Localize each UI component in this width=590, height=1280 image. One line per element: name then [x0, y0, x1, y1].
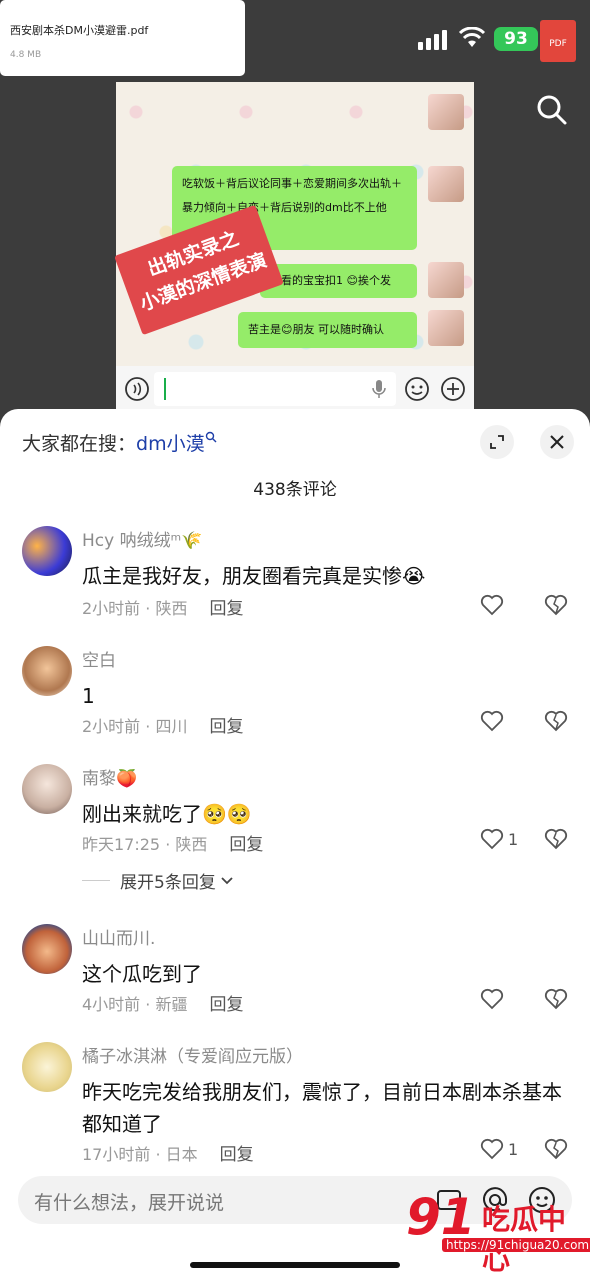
- comment-meta: 2小时前 · 陕西 回复: [82, 594, 243, 619]
- close-button[interactable]: [540, 425, 574, 459]
- reply-button[interactable]: 回复: [220, 1145, 254, 1165]
- like-button[interactable]: [480, 710, 508, 732]
- comment-author[interactable]: 南黎🍑: [82, 764, 137, 789]
- comment-time: 2小时前 · 四川: [82, 717, 188, 736]
- site-watermark: 91 吃瓜中心 https://91chigua20.com: [406, 1188, 590, 1276]
- like-button[interactable]: 1: [480, 828, 518, 850]
- avatar[interactable]: [22, 1042, 72, 1092]
- comment-text: 昨天吃完发给我朋友们，震惊了，目前日本剧本杀基本都知道了: [82, 1080, 562, 1136]
- comment-author[interactable]: Hcy 呐绒绒ᵐ🌾: [82, 526, 202, 551]
- chat-message: 苦主是😊朋友 可以随时确认: [238, 312, 417, 348]
- reply-button[interactable]: 回复: [229, 835, 263, 855]
- heart-icon: [480, 1138, 504, 1160]
- comment-text: 瓜主是我好友，朋友圈看完真是实惨😭: [82, 564, 426, 588]
- dislike-icon[interactable]: [544, 594, 568, 616]
- chat-avatar: [428, 310, 464, 346]
- dislike-icon[interactable]: [544, 988, 568, 1010]
- fullscreen-button[interactable]: [480, 425, 514, 459]
- plus-icon: [441, 377, 465, 401]
- heart-icon: [480, 710, 504, 732]
- dislike-icon[interactable]: [544, 1138, 568, 1160]
- emoji-icon: [405, 377, 429, 401]
- chat-avatar: [428, 166, 464, 202]
- dislike-icon[interactable]: [544, 710, 568, 732]
- comment-input-placeholder: 有什么想法，展开说说: [34, 1192, 225, 1214]
- heart-icon: [480, 828, 504, 850]
- comment-time: 17小时前 · 日本: [82, 1145, 198, 1164]
- heart-icon: [480, 988, 504, 1010]
- comment-time: 2小时前 · 陕西: [82, 599, 188, 618]
- reply-button[interactable]: 回复: [209, 717, 243, 737]
- hot-search-link[interactable]: 大家都在搜：dm小漠: [22, 429, 217, 456]
- expand-replies-button[interactable]: 展开5条回复: [82, 868, 234, 893]
- comment-text: 这个瓜吃到了: [82, 962, 202, 986]
- comment-meta: 2小时前 · 四川 回复: [82, 712, 243, 737]
- comment-meta: 4小时前 · 新疆 回复: [82, 990, 243, 1015]
- search-icon[interactable]: [536, 94, 568, 126]
- chat-avatar: [428, 94, 464, 130]
- expand-icon: [490, 435, 504, 449]
- reply-button[interactable]: 回复: [209, 599, 243, 619]
- hot-search-term[interactable]: dm小漠: [136, 433, 205, 455]
- like-button[interactable]: [480, 988, 508, 1010]
- like-button[interactable]: [480, 594, 508, 616]
- comment-author[interactable]: 山山而川.: [82, 924, 155, 949]
- like-count: 1: [508, 829, 519, 849]
- close-icon: [550, 435, 564, 449]
- avatar[interactable]: [22, 646, 72, 696]
- comment-text: 1: [82, 684, 95, 708]
- file-name: 西安剧本杀DM小漠避雷.pdf: [10, 24, 149, 37]
- like-button[interactable]: 1: [480, 1138, 518, 1160]
- comment-text: 刚出来就吃了🥺🥺: [82, 802, 252, 826]
- like-count: 1: [508, 1139, 519, 1159]
- reply-button[interactable]: 回复: [209, 995, 243, 1015]
- signal-icon: [418, 30, 447, 50]
- comment-count: 438条评论: [253, 480, 337, 500]
- heart-icon: [480, 594, 504, 616]
- comment-author[interactable]: 橘子冰淇淋（专爱阎应元版）: [82, 1042, 303, 1067]
- wifi-icon: [458, 27, 486, 47]
- watermark-url: https://91chigua20.com: [442, 1238, 590, 1252]
- comment-author[interactable]: 空白: [82, 646, 116, 671]
- battery-indicator: 93: [494, 27, 538, 51]
- comment-time: 4小时前 · 新疆: [82, 995, 188, 1014]
- avatar[interactable]: [22, 526, 72, 576]
- chevron-down-icon: [221, 876, 233, 884]
- voice-icon: [125, 377, 149, 401]
- comment-meta: 17小时前 · 日本 回复: [82, 1140, 254, 1165]
- status-bar: 17:37 93: [0, 0, 590, 80]
- pdf-icon: PDF: [540, 20, 576, 62]
- chat-message: 想看的宝宝扣1 😊挨个发: [260, 264, 417, 298]
- microphone-icon: [372, 380, 386, 398]
- file-size: 4.8 MB: [10, 50, 42, 60]
- comment-time: 昨天17:25 · 陕西: [82, 835, 208, 854]
- chat-input-bar: [116, 366, 474, 412]
- avatar[interactable]: [22, 924, 72, 974]
- avatar[interactable]: [22, 764, 72, 814]
- dislike-icon[interactable]: [544, 828, 568, 850]
- home-indicator: [190, 1262, 400, 1268]
- chat-avatar: [428, 262, 464, 298]
- search-icon: [205, 431, 217, 443]
- comment-meta: 昨天17:25 · 陕西 回复: [82, 830, 263, 855]
